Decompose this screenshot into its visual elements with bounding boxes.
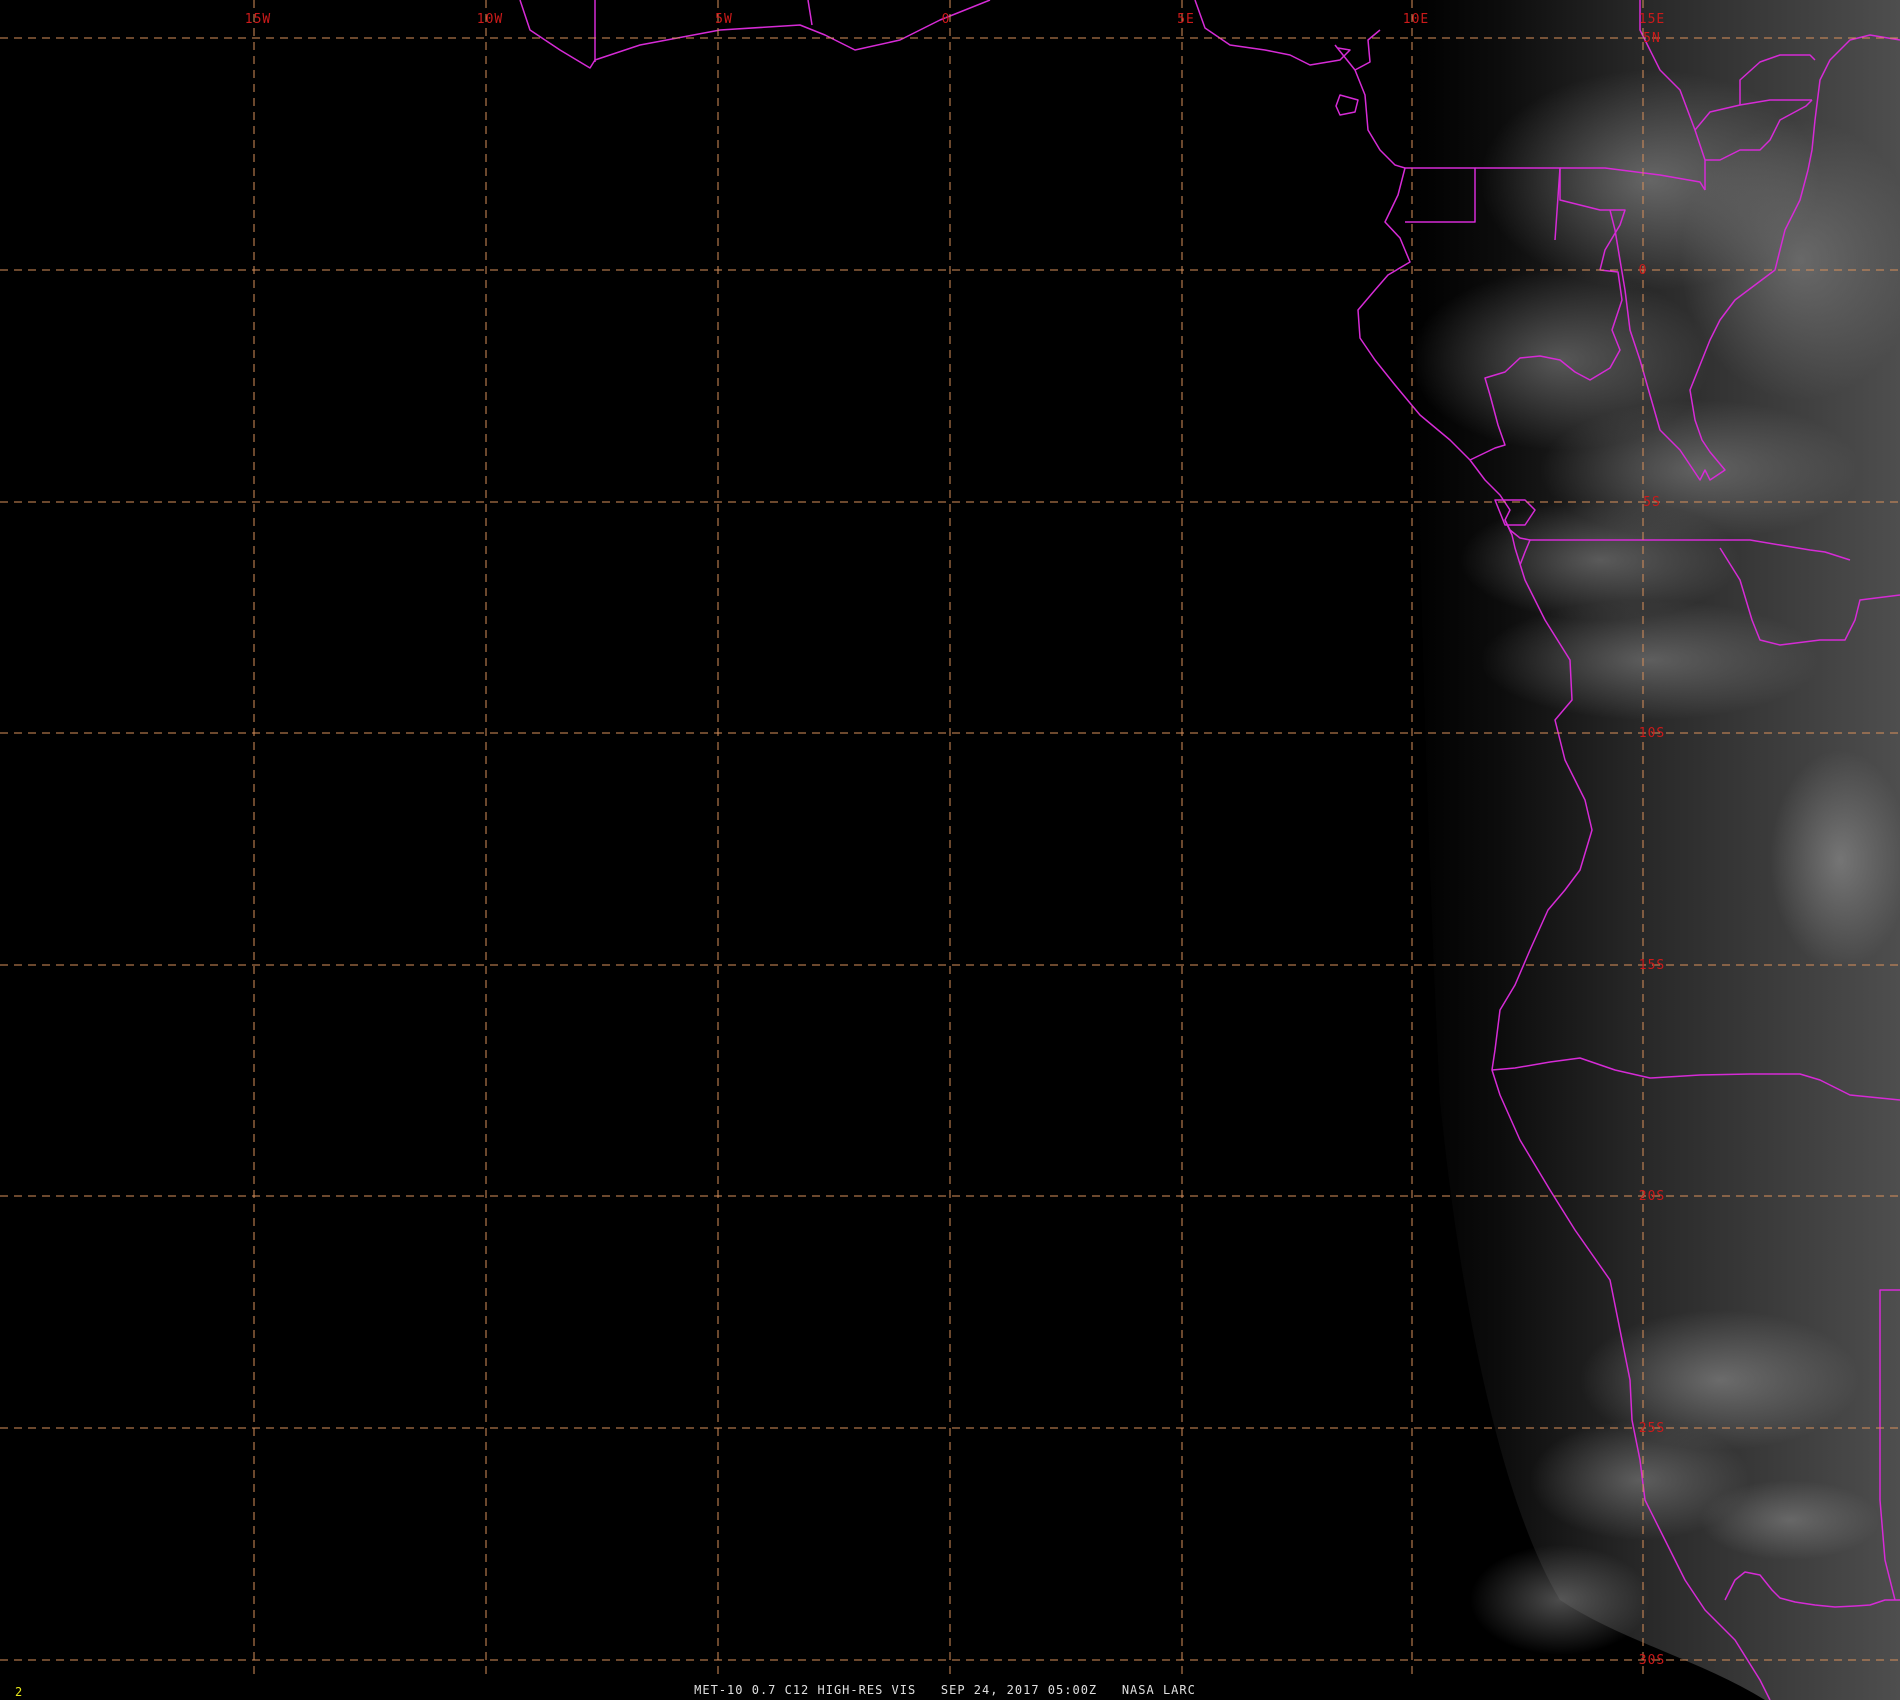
longitude-label: 10W (477, 12, 503, 27)
latitude-label: 10S (1639, 726, 1665, 741)
bioko-island (1335, 94, 1359, 116)
longitude-label: 5E (1177, 12, 1195, 27)
longitude-label: 0 (942, 12, 951, 27)
frame-number: 2 (15, 1685, 23, 1699)
latitude-label: 0 (1639, 263, 1648, 278)
latitude-label: 15S (1639, 958, 1665, 973)
coastline-segment (807, 0, 813, 26)
longitude-label: 10E (1403, 12, 1429, 27)
gulf-of-guinea-coastline (519, 0, 991, 69)
satellite-map: 15W 10W 5W 0 5E 10E 15E 5N 0 5S 10S 15S … (0, 0, 1900, 1700)
latitude-label: 30S (1639, 1653, 1665, 1668)
longitude-label: 15W (245, 12, 271, 27)
coastline-segment (1194, 0, 1351, 66)
border-segment (1334, 44, 1406, 169)
longitude-label: 15E (1639, 12, 1665, 27)
latitude-label: 20S (1639, 1189, 1665, 1204)
latitude-label: 5S (1643, 495, 1661, 510)
satellite-image-canvas: 15W 10W 5W 0 5E 10E 15E 5N 0 5S 10S 15S … (0, 0, 1900, 1700)
latitude-label: 25S (1639, 1421, 1665, 1436)
border-segment (1354, 29, 1381, 71)
sunlit-region (1410, 0, 1900, 1700)
longitude-label: 5W (715, 12, 733, 27)
latitude-label: 5N (1643, 31, 1661, 46)
image-caption: MET-10 0.7 C12 HIGH-RES VIS SEP 24, 2017… (694, 1683, 1196, 1697)
